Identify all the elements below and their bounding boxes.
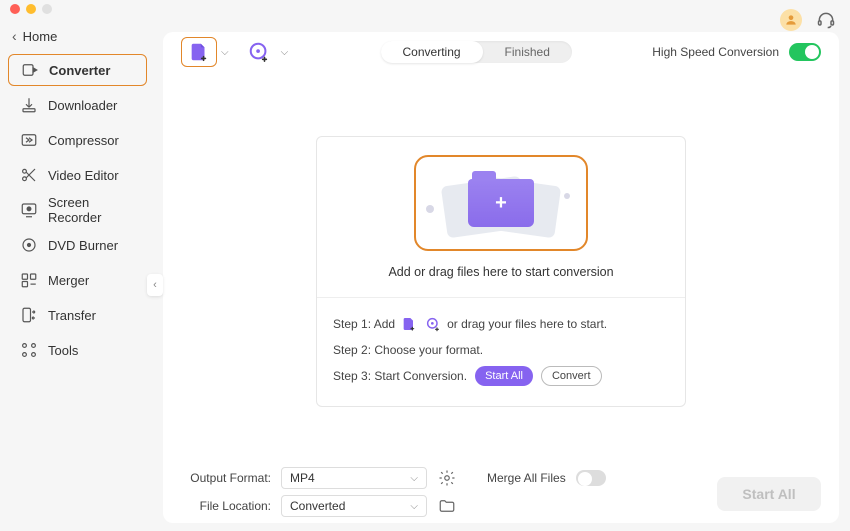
add-file-icon (188, 41, 210, 63)
toolbar: ⌵ ⌵ Converting Finished High Speed Conve… (163, 32, 839, 72)
sidebar-item-merger[interactable]: Merger (8, 264, 147, 296)
status-segmented-control: Converting Finished (381, 41, 572, 63)
sparkle-icon (426, 205, 434, 213)
convert-mini-button[interactable]: Convert (541, 366, 602, 386)
chevron-down-icon: ⌵ (410, 501, 418, 512)
support-button[interactable] (816, 10, 836, 30)
add-file-button[interactable] (181, 37, 217, 67)
add-file-icon[interactable] (401, 316, 417, 332)
open-folder-button[interactable] (437, 496, 457, 516)
user-icon (784, 13, 798, 27)
tab-converting[interactable]: Converting (381, 41, 483, 63)
transfer-icon (20, 306, 38, 324)
add-file-dropdown[interactable]: ⌵ (221, 47, 229, 58)
footer-bar: Output Format: MP4 ⌵ Merge All Files Fil… (163, 459, 839, 523)
sidebar-item-dvd-burner[interactable]: DVD Burner (8, 229, 147, 261)
headset-icon (816, 10, 836, 30)
download-icon (20, 96, 38, 114)
output-format-label: Output Format: (181, 471, 271, 485)
tools-icon (20, 341, 38, 359)
screen-rec-icon (20, 201, 38, 219)
sidebar: ‹ Home Converter Downloader Compressor V… (0, 18, 155, 531)
add-dvd-button[interactable] (241, 37, 277, 67)
sidebar-item-transfer[interactable]: Transfer (8, 299, 147, 331)
back-home-button[interactable]: ‹ Home (0, 24, 155, 54)
drop-area[interactable]: + Add or drag files here to start conver… (317, 137, 685, 297)
add-dvd-icon[interactable] (425, 316, 441, 332)
back-label: Home (23, 29, 58, 44)
sidebar-item-video-editor[interactable]: Video Editor (8, 159, 147, 191)
add-dvd-icon (248, 41, 270, 63)
sidebar-item-label: Downloader (48, 98, 117, 113)
file-location-value: Converted (290, 499, 345, 513)
drop-instruction: Add or drag files here to start conversi… (388, 265, 613, 279)
sidebar-item-tools[interactable]: Tools (8, 334, 147, 366)
output-format-select[interactable]: MP4 ⌵ (281, 467, 427, 489)
sidebar-item-label: Merger (48, 273, 89, 288)
sidebar-item-label: Transfer (48, 308, 96, 323)
sidebar-item-screen-recorder[interactable]: Screen Recorder (8, 194, 147, 226)
steps-box: Step 1: Add or drag your files here to s… (317, 297, 685, 406)
sidebar-collapse-handle[interactable]: ‹ (147, 274, 163, 296)
compress-icon (20, 131, 38, 149)
convert-icon (21, 61, 39, 79)
content-panel: ⌵ ⌵ Converting Finished High Speed Conve… (163, 32, 839, 523)
folder-plus-icon: + (468, 179, 534, 227)
chevron-down-icon: ⌵ (410, 473, 418, 484)
sidebar-item-label: Screen Recorder (48, 195, 135, 225)
step-1-text-post: or drag your files here to start. (447, 314, 607, 334)
chevron-left-icon: ‹ (12, 28, 17, 44)
sidebar-item-label: Video Editor (48, 168, 119, 183)
folder-icon (438, 497, 456, 515)
sidebar-item-converter[interactable]: Converter (8, 54, 147, 86)
sidebar-item-downloader[interactable]: Downloader (8, 89, 147, 121)
account-avatar-button[interactable] (780, 9, 802, 31)
tab-finished[interactable]: Finished (483, 41, 572, 63)
step-2-row: Step 2: Choose your format. (333, 340, 669, 360)
output-settings-button[interactable] (437, 468, 457, 488)
add-dvd-dropdown[interactable]: ⌵ (281, 47, 289, 58)
sidebar-item-compressor[interactable]: Compressor (8, 124, 147, 156)
start-all-button[interactable]: Start All (717, 477, 821, 511)
maximize-window-button[interactable] (42, 4, 52, 14)
scissors-icon (20, 166, 38, 184)
output-format-value: MP4 (290, 471, 315, 485)
high-speed-toggle[interactable] (789, 43, 821, 61)
sidebar-item-label: Tools (48, 343, 78, 358)
high-speed-label: High Speed Conversion (652, 45, 779, 59)
step-1-text-pre: Step 1: Add (333, 314, 395, 334)
sidebar-item-label: DVD Burner (48, 238, 118, 253)
file-location-label: File Location: (181, 499, 271, 513)
step-3-row: Step 3: Start Conversion. Start All Conv… (333, 366, 669, 386)
header-right (780, 9, 836, 31)
merge-all-label: Merge All Files (487, 471, 566, 485)
dvd-icon (20, 236, 38, 254)
close-window-button[interactable] (10, 4, 20, 14)
sparkle-icon (564, 193, 570, 199)
window-titlebar (0, 0, 850, 18)
merge-all-toggle[interactable] (576, 470, 606, 486)
drop-visual: + (414, 155, 588, 251)
step-2-text: Step 2: Choose your format. (333, 340, 483, 360)
step-1-row: Step 1: Add or drag your files here to s… (333, 314, 669, 334)
start-all-mini-button[interactable]: Start All (475, 366, 533, 386)
sidebar-item-label: Converter (49, 63, 110, 78)
gear-icon (438, 469, 456, 487)
step-3-text: Step 3: Start Conversion. (333, 366, 467, 386)
merger-icon (20, 271, 38, 289)
drop-panel: + Add or drag files here to start conver… (316, 136, 686, 407)
sidebar-item-label: Compressor (48, 133, 119, 148)
minimize-window-button[interactable] (26, 4, 36, 14)
file-location-select[interactable]: Converted ⌵ (281, 495, 427, 517)
